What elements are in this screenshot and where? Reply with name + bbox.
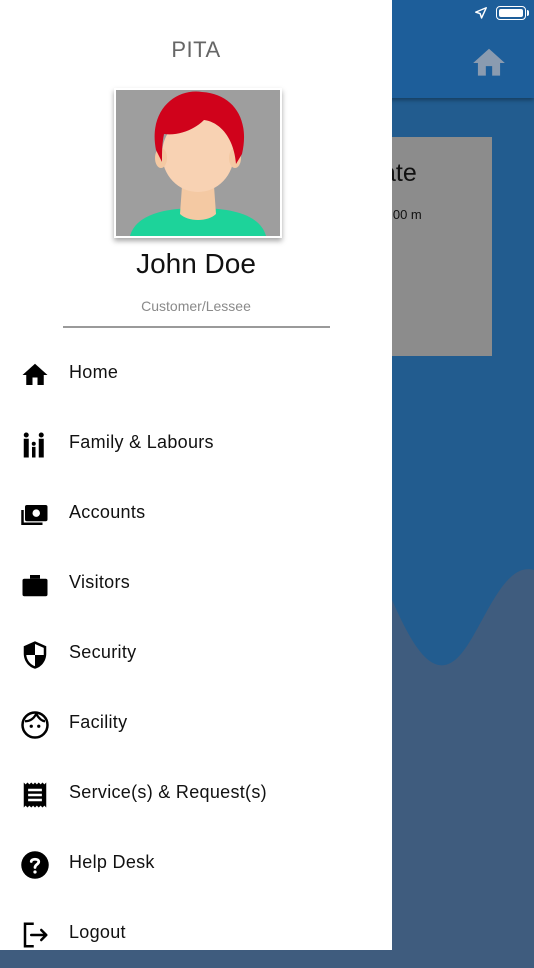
menu-label: Security	[69, 642, 137, 662]
user-role: Customer/Lessee	[141, 298, 251, 314]
user-name: John Doe	[136, 248, 256, 279]
face-icon	[21, 711, 49, 739]
briefcase-icon	[22, 575, 48, 597]
drawer-menu: Home Family & Labours Accounts Visitors …	[0, 338, 392, 968]
family-icon	[23, 432, 44, 458]
help-icon	[21, 851, 49, 879]
receipt-icon	[23, 782, 47, 808]
logout-icon	[23, 922, 48, 948]
menu-item-facility[interactable]: Facility	[0, 688, 392, 758]
status-bar	[474, 6, 529, 20]
menu-label: Accounts	[69, 502, 146, 522]
home-icon[interactable]	[470, 44, 508, 82]
menu-label: Visitors	[69, 572, 131, 592]
app-title: PITA	[171, 37, 221, 62]
menu-label: Service(s) & Request(s)	[69, 782, 267, 802]
menu-item-home[interactable]: Home	[0, 338, 392, 408]
menu-item-help-desk[interactable]: Help Desk	[0, 828, 392, 898]
menu-label: Logout	[69, 922, 126, 942]
menu-item-accounts[interactable]: Accounts	[0, 478, 392, 548]
home-icon	[22, 363, 48, 385]
menu-label: Facility	[69, 712, 128, 732]
menu-item-family-labours[interactable]: Family & Labours	[0, 408, 392, 478]
navigation-drawer: PITA John Doe Customer/Lessee Home Famil…	[0, 0, 392, 950]
avatar[interactable]	[114, 88, 282, 238]
divider	[63, 326, 330, 328]
location-arrow-icon	[475, 7, 487, 19]
menu-label: Home	[69, 362, 119, 382]
battery-icon	[496, 6, 529, 20]
menu-item-services-requests[interactable]: Service(s) & Request(s)	[0, 758, 392, 828]
menu-label: Help Desk	[69, 852, 155, 872]
menu-item-security[interactable]: Security	[0, 618, 392, 688]
shield-icon	[23, 641, 47, 669]
money-icon	[21, 505, 48, 525]
menu-item-visitors[interactable]: Visitors	[0, 548, 392, 618]
menu-item-logout[interactable]: Logout	[0, 898, 392, 968]
menu-label: Family & Labours	[69, 432, 214, 452]
avatar-icon	[116, 90, 280, 236]
